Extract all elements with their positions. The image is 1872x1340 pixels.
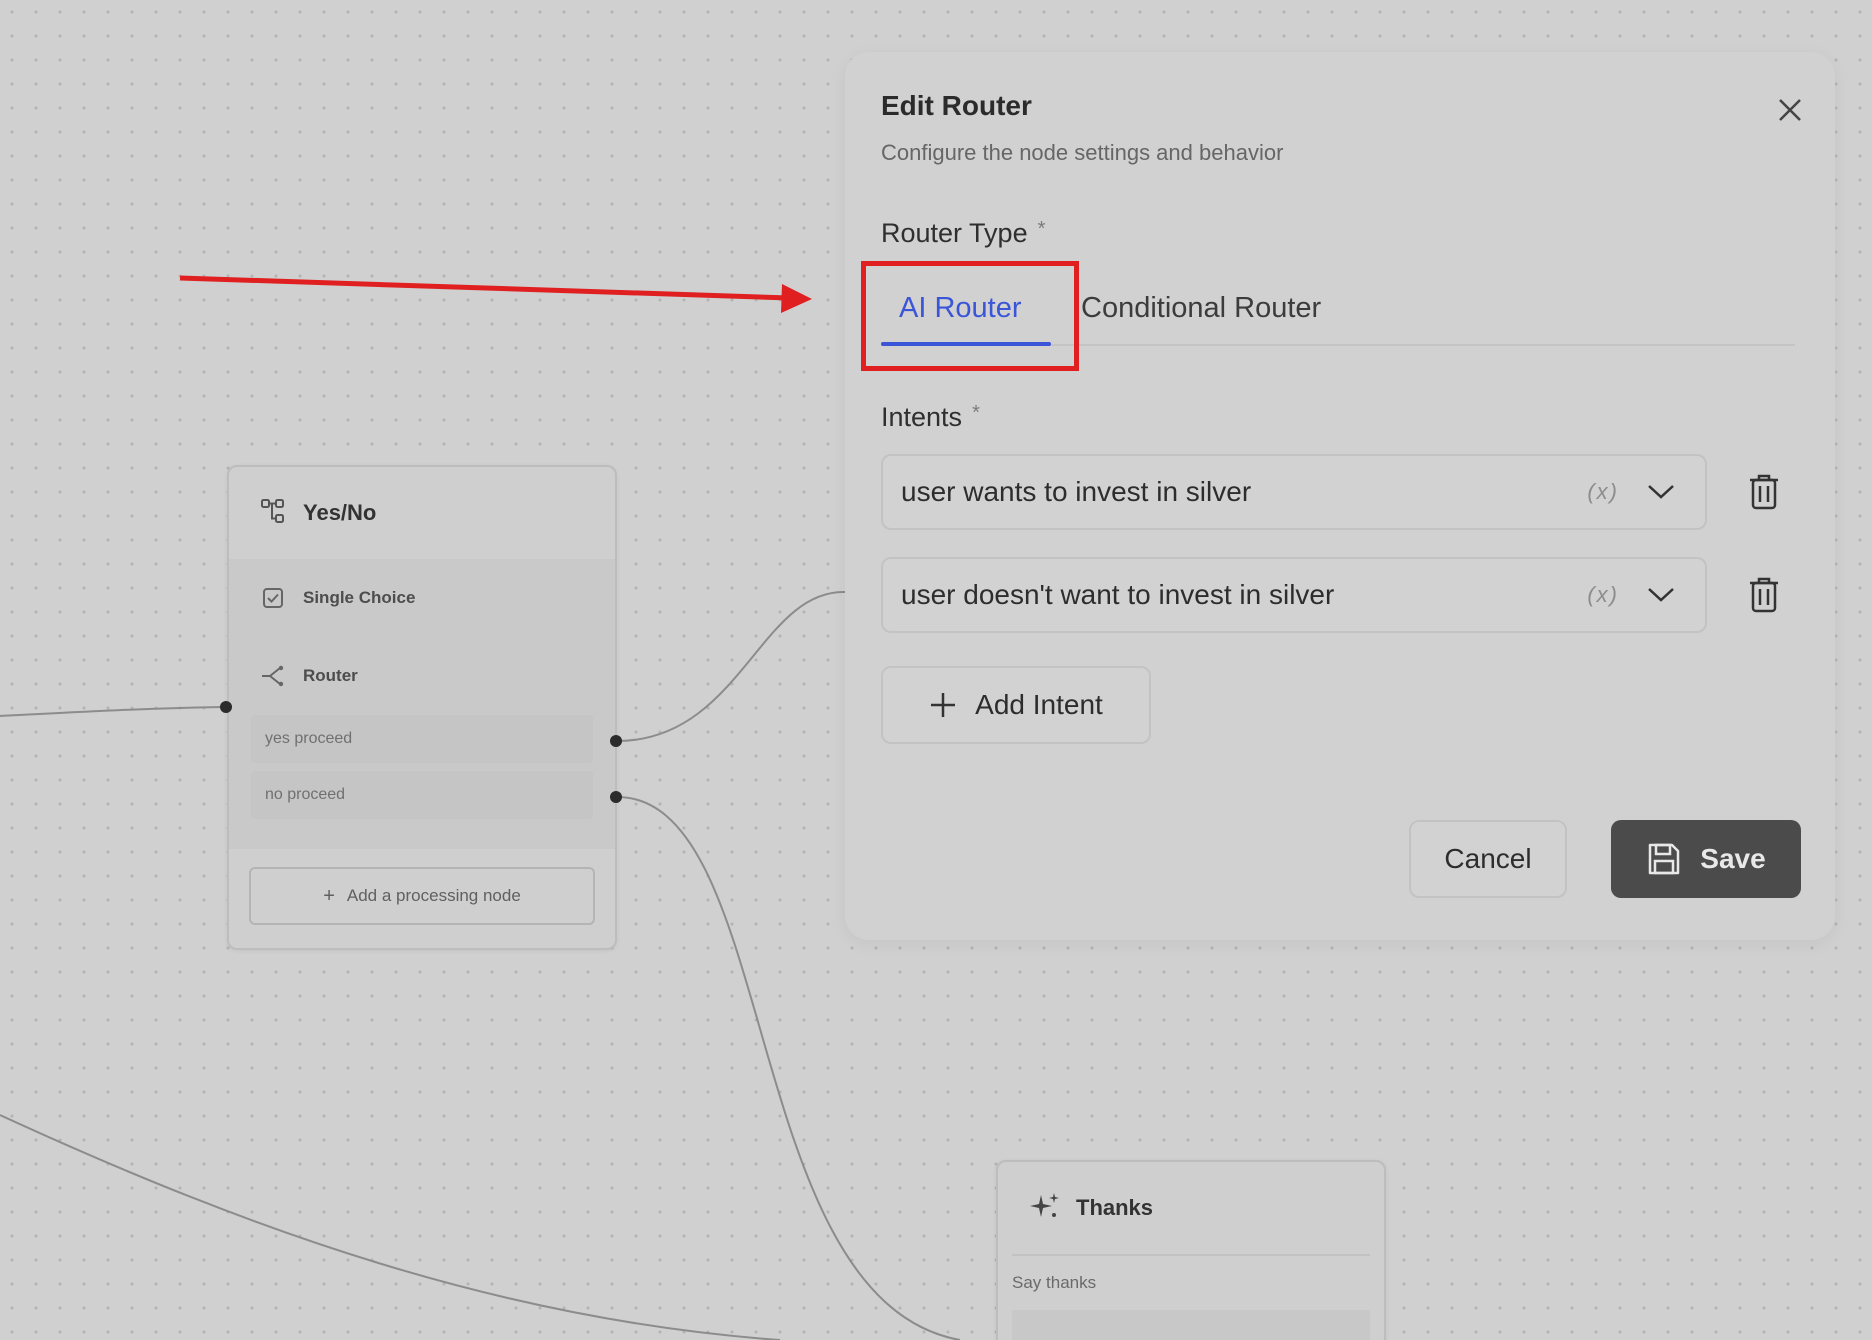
thanks-node-title: Thanks [1076, 1195, 1154, 1220]
branch-icon [259, 497, 287, 530]
add-intent-button[interactable]: Add Intent [881, 666, 1151, 744]
delete-intent-1-button[interactable] [1743, 470, 1785, 514]
trash-icon [1750, 577, 1778, 613]
cancel-button[interactable]: Cancel [1409, 820, 1567, 898]
dialog-title: Edit Router [881, 90, 1032, 121]
thanks-node-next-row [1012, 1310, 1370, 1340]
chevron-down-icon[interactable] [1641, 575, 1681, 615]
node-row-label: Single Choice [303, 588, 416, 607]
route-yes[interactable]: yes proceed [251, 715, 593, 763]
router-type-label-text: Router Type [881, 218, 1028, 248]
input-port[interactable] [220, 701, 232, 713]
router-type-label: Router Type * [881, 218, 1045, 249]
add-processing-node-label: Add a processing node [346, 886, 521, 905]
intent-field-1[interactable]: user wants to invest in silver (x) [881, 454, 1707, 530]
close-icon [1779, 99, 1801, 121]
edge-lower [0, 1114, 781, 1340]
save-icon [1649, 843, 1680, 875]
intent-value: user wants to invest in silver [901, 476, 1252, 507]
router-icon [259, 662, 287, 690]
tab-ai-router[interactable]: AI Router [899, 292, 1022, 325]
edge-yes [616, 590, 846, 742]
variable-badge[interactable]: (x) [1587, 479, 1619, 505]
no-output-port[interactable] [610, 791, 622, 803]
yesno-node-header: Yes/No [229, 467, 615, 559]
thanks-node-header: Thanks [998, 1162, 1384, 1254]
dialog-subtitle: Configure the node settings and behavior [881, 140, 1284, 165]
delete-intent-2-button[interactable] [1743, 573, 1785, 617]
close-button[interactable] [1770, 90, 1810, 130]
checkbox-icon [259, 584, 287, 612]
intents-label: Intents * [881, 402, 980, 433]
yesno-node[interactable]: Yes/No Single Choice Router yes proceed … [227, 465, 617, 950]
thanks-node[interactable]: Thanks Say thanks [996, 1160, 1386, 1340]
intent-field-2[interactable]: user doesn't want to invest in silver (x… [881, 557, 1707, 633]
node-row-label: Router [303, 666, 358, 685]
required-mark: * [972, 402, 980, 424]
intent-value: user doesn't want to invest in silver [901, 579, 1335, 610]
trash-icon [1750, 474, 1778, 510]
chevron-down-icon[interactable] [1641, 472, 1681, 512]
yesno-node-title: Yes/No [303, 500, 377, 525]
save-label: Save [1700, 843, 1766, 874]
node-row-single-choice[interactable]: Single Choice [229, 559, 615, 637]
plus-icon: + [323, 884, 335, 907]
node-row-router[interactable]: Router [229, 637, 615, 715]
sparkle-icon [1030, 1191, 1060, 1226]
plus-icon [931, 693, 956, 717]
required-mark: * [1037, 218, 1046, 240]
yes-output-port[interactable] [610, 735, 622, 747]
flow-canvas[interactable]: Yes/No Single Choice Router yes proceed … [0, 0, 1872, 1340]
variable-badge[interactable]: (x) [1587, 582, 1619, 608]
route-no[interactable]: no proceed [251, 771, 593, 819]
edit-router-dialog: Edit Router Configure the node settings … [845, 52, 1835, 940]
save-button[interactable]: Save [1611, 820, 1801, 898]
thanks-node-subtitle: Say thanks [1012, 1254, 1370, 1310]
edge-input [0, 706, 228, 717]
active-tab-indicator [881, 342, 1051, 346]
tab-conditional-router[interactable]: Conditional Router [1081, 292, 1321, 325]
add-intent-label: Add Intent [975, 689, 1103, 720]
add-processing-node-button[interactable]: + Add a processing node [249, 867, 595, 925]
intents-label-text: Intents [881, 402, 963, 432]
yesno-node-body: Single Choice Router yes proceed no proc… [229, 559, 615, 849]
